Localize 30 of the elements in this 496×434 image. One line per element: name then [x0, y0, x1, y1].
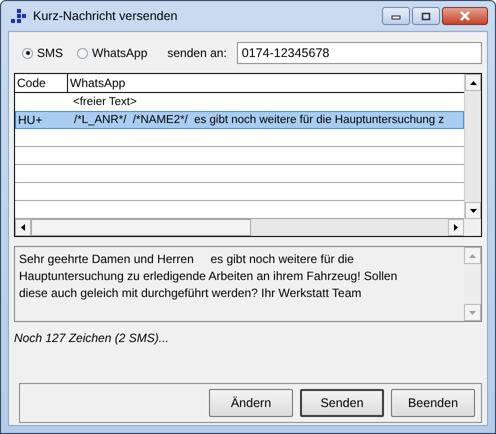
close-icon: [459, 11, 471, 21]
app-icon: [11, 9, 27, 23]
table-cell: HU+: [18, 113, 42, 127]
scroll-up-icon[interactable]: [465, 74, 481, 91]
table-row[interactable]: <freier Text>: [15, 93, 464, 111]
table-row[interactable]: HU+ /*L_ANR*/ /*NAME2*/ es gibt noch weitere für die Hauptuntersuchung z: [15, 111, 464, 129]
radio-option[interactable]: SMS: [22, 46, 64, 60]
scroll-left-icon[interactable]: [15, 219, 31, 236]
table-cell: /*L_ANR*/ /*NAME2*/ es gibt noch weitere für die Hauptuntersuchung z: [74, 114, 444, 126]
dialog-button[interactable]: Ändern: [209, 389, 293, 417]
recipient-label: senden an:: [167, 46, 227, 60]
status-text: Noch 127 Zeichen (2 SMS)...: [14, 331, 170, 345]
radio-option[interactable]: WhatsApp: [77, 46, 148, 60]
maximize-icon: [421, 12, 431, 20]
column-header[interactable]: WhatsApp: [68, 74, 464, 92]
dialog-button[interactable]: Senden: [300, 389, 384, 417]
dialog-button[interactable]: Beenden: [391, 389, 475, 417]
minimize-button[interactable]: [382, 7, 410, 25]
table-cell: <freier Text>: [73, 96, 137, 108]
maximize-button[interactable]: [412, 7, 440, 25]
phone-field[interactable]: 0174-12345678: [236, 42, 482, 64]
vertical-scrollbar[interactable]: [464, 74, 481, 219]
scrollbar-corner: [464, 219, 481, 236]
window-title: Kurz-Nachricht versenden: [33, 9, 178, 23]
scroll-right-icon[interactable]: [448, 219, 464, 236]
message-text: Sehr geehrte Damen und Herren es gibt noch weitere für die Hauptuntersuchung zu erledigende Arbeiten an ihrem Fahrzeug! Sollen diese auch geleich mit durchgeführt werden? Ihr Werkstatt Team: [18, 251, 398, 302]
scroll-down-icon[interactable]: [465, 202, 481, 219]
horizontal-scrollbar[interactable]: [15, 219, 464, 236]
close-button[interactable]: [442, 7, 488, 25]
column-header[interactable]: Code: [15, 74, 68, 92]
